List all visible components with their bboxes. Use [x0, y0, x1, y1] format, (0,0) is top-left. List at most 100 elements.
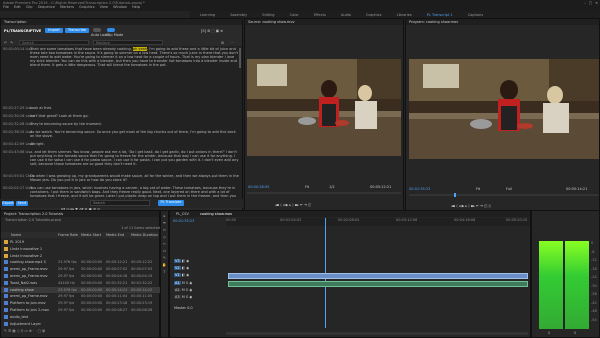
project-item[interactable]: audio_test: [1, 314, 161, 320]
timeline-tab-csv[interactable]: PL_CSV: [176, 212, 189, 216]
workspace-learning[interactable]: Learning: [200, 13, 215, 17]
track-v3[interactable]: V3 ◧ ◉: [174, 259, 189, 263]
row-text[interactable]: As we watch. You're becoming sauce. So o…: [30, 130, 240, 138]
tool-icons[interactable]: ▸ ⇹ ⇔ ◇ ✂ ▭ ✎ ✋ T: [161, 211, 168, 276]
project-tab[interactable]: Project: Transcription 2.0 Tutorials: [1, 211, 159, 217]
export-button[interactable]: Export: [2, 201, 14, 206]
row-text[interactable]: Isn't that great? Look at them go.: [30, 114, 240, 118]
program-transport[interactable]: ◂▪ ⟨ ◂ ▶ ▸ ⟩ ▪▸ ⇤ ⇥ ◫ ⎙: [451, 204, 491, 208]
program-fit-select[interactable]: Fit: [476, 187, 480, 191]
project-bottom-tools[interactable]: ✎ ☰ ▦ ○ ⚲ ▭ ⊕ 🗀 ▢ 🗑: [4, 329, 45, 333]
search-field[interactable]: Search: [90, 200, 150, 206]
solo-left-button[interactable]: S: [548, 331, 550, 335]
col-media-end[interactable]: Media End: [106, 233, 124, 237]
col-media-duration[interactable]: Media Duration: [131, 233, 158, 237]
timeline-timecode[interactable]: 00:01:35:23: [173, 219, 194, 223]
transcript-row[interactable]: 00:01:42:09 Laura All right.: [1, 142, 242, 147]
transcript-row[interactable]: 00:01:36:15 Lisa As we watch. You're bec…: [1, 130, 242, 139]
menu-graphics[interactable]: Graphics: [79, 5, 94, 9]
project-item[interactable]: PL 2019: [1, 239, 161, 245]
workspace-assembly[interactable]: Assembly: [230, 13, 247, 17]
menu-edit[interactable]: Edit: [14, 5, 21, 9]
toolbar-icons[interactable]: [⁠S⁠] ⚙ ⬚ ▣ ≡: [201, 29, 223, 33]
track-a2[interactable]: A2 M S ◉: [174, 288, 192, 292]
col-frame-rate[interactable]: Frame Rate: [58, 233, 78, 237]
project-item[interactable]: aremi_pp_Frame.mov 29.97 fps 00:00:00:00 00…: [1, 293, 161, 299]
workspace-libraries[interactable]: Libraries: [397, 13, 412, 17]
more-icon[interactable]: ⋯: [231, 41, 235, 45]
program-tab[interactable]: Program: cooking show.mov: [406, 19, 599, 25]
workspace-captions[interactable]: Captions: [468, 13, 483, 17]
project-item[interactable]: Toast_Nat2.wav 44100 Hz 00:00:00:00 00:01:3…: [1, 280, 161, 286]
track-v2[interactable]: V2 ◧ ◉: [174, 266, 189, 270]
transcript-row[interactable]: 00:01:32:28 Lisa They're becoming sauce …: [1, 122, 242, 127]
source-timecode[interactable]: 00:00:28:05: [248, 185, 269, 189]
project-item[interactable]: aremi_pp_Frame.mov 29.97 fps 00:00:00:00 00…: [1, 273, 161, 279]
track-v1[interactable]: V1 ◧ ◉: [174, 273, 189, 277]
row-text[interactable]: ... and let them simmer. You know, peopl…: [30, 150, 240, 170]
redo-icon[interactable]: ↷: [10, 41, 13, 45]
master-track[interactable]: Master 0.0: [174, 306, 193, 310]
workspace-effects[interactable]: Effects: [314, 13, 326, 17]
transcript-row[interactable]: 00:01:27:29 Lisa Look at that.: [1, 106, 242, 111]
col-media-start[interactable]: Media Start: [81, 233, 101, 237]
send-button[interactable]: Send: [16, 201, 28, 206]
row-text[interactable]: Do when I was growing up, my grandparent…: [30, 174, 240, 182]
row-text[interactable]: Look at that.: [30, 106, 240, 110]
project-item[interactable]: cooking show 23.976 fps 00:00:00:00 00:05:1…: [1, 286, 161, 293]
program-scrubber[interactable]: [409, 194, 599, 196]
timeline-scrollbar[interactable]: [226, 332, 528, 335]
workspace-color[interactable]: Color: [290, 13, 299, 17]
row-text[interactable]: They're becoming sauce by the moment.: [30, 122, 240, 126]
track-a1[interactable]: A1 M S ◉: [174, 281, 192, 285]
pl-translate-button[interactable]: PL Translate: [158, 200, 184, 206]
transcript-scrollbar[interactable]: [239, 48, 241, 68]
program-playhead[interactable]: [454, 193, 456, 197]
minimize-icon[interactable]: –: [584, 1, 586, 5]
program-resolution-select[interactable]: Full: [506, 187, 512, 191]
workspace-pl-transcript[interactable]: PL Transcript 1: [427, 13, 453, 17]
transcript-row[interactable]: 00:01:55:01 Chris Do when I was growing …: [1, 174, 242, 183]
project-item[interactable]: Lindz Innovative 1: [1, 246, 161, 252]
transcribe-button[interactable]: Transcribe: [65, 28, 89, 33]
source-transport[interactable]: ◂▪ ⟨ ◂ ▶ ▸ ⟩ ▪▸ ⇤ ⇥ ◫: [275, 203, 311, 207]
transcript-row[interactable]: 00:01:30:16 Laura Isn't that great? Look…: [1, 114, 242, 119]
source-scrubber[interactable]: [247, 192, 401, 194]
settings-icon[interactable]: ⚙: [221, 41, 224, 45]
row-text[interactable]: Their are some tomatoes that have been a…: [30, 47, 240, 97]
maximize-icon[interactable]: □: [589, 1, 592, 5]
menu-help[interactable]: Help: [132, 5, 140, 9]
close-icon[interactable]: ✕: [595, 1, 598, 5]
workspace-editing[interactable]: Editing: [262, 13, 274, 17]
timeline-ruler[interactable]: 00:00 00:01:04:02 00:02:08:04 00:03:12:0…: [226, 218, 530, 226]
video-clip[interactable]: [228, 273, 528, 279]
menu-window[interactable]: Window: [113, 5, 127, 9]
row-text[interactable]: All right.: [30, 142, 240, 146]
audio-clip[interactable]: [228, 281, 528, 287]
col-name[interactable]: Name: [11, 233, 21, 237]
transcript-row[interactable]: 00:01:00:14 Lisa Their are some tomatoes…: [1, 47, 242, 99]
program-timecode[interactable]: 00:01:35:23: [409, 187, 430, 191]
undo-icon[interactable]: ↶: [4, 41, 7, 45]
source-tab[interactable]: Source: cooking show.mov: [245, 19, 403, 25]
clip-mode-toggle[interactable]: [107, 28, 115, 32]
solo-right-button[interactable]: S: [574, 331, 576, 335]
menu-sequence[interactable]: Sequence: [38, 5, 55, 9]
timeline-tab-sequence[interactable]: cooking show.mov: [200, 212, 232, 216]
replace-input[interactable]: Replace: [93, 40, 163, 45]
search-input[interactable]: Search: [19, 40, 89, 45]
import-button[interactable]: Import: [45, 28, 63, 33]
track-a3[interactable]: A3 M S ◉: [174, 295, 192, 299]
project-item[interactable]: Platform to Join 2.mov 29.97 fps 00:00:00:…: [1, 307, 161, 313]
menu-clip[interactable]: Clip: [26, 5, 33, 9]
project-item[interactable]: Lindz Innovative 2: [1, 253, 161, 259]
menu-file[interactable]: File: [3, 5, 9, 9]
menu-markers[interactable]: Markers: [60, 5, 74, 9]
source-fit-select[interactable]: Fit: [305, 185, 309, 189]
workspace-graphics[interactable]: Graphics: [366, 13, 381, 17]
workspace-audio[interactable]: Audio: [341, 13, 351, 17]
project-item[interactable]: Platform to Join.mov 29.97 fps 00:00:00:00…: [1, 300, 161, 306]
project-item[interactable]: cooking show.mp4 S 23.976 fps 00:00:00:00 0…: [1, 259, 161, 265]
menu-view[interactable]: View: [100, 5, 108, 9]
auto-load-toggle[interactable]: [93, 28, 101, 32]
